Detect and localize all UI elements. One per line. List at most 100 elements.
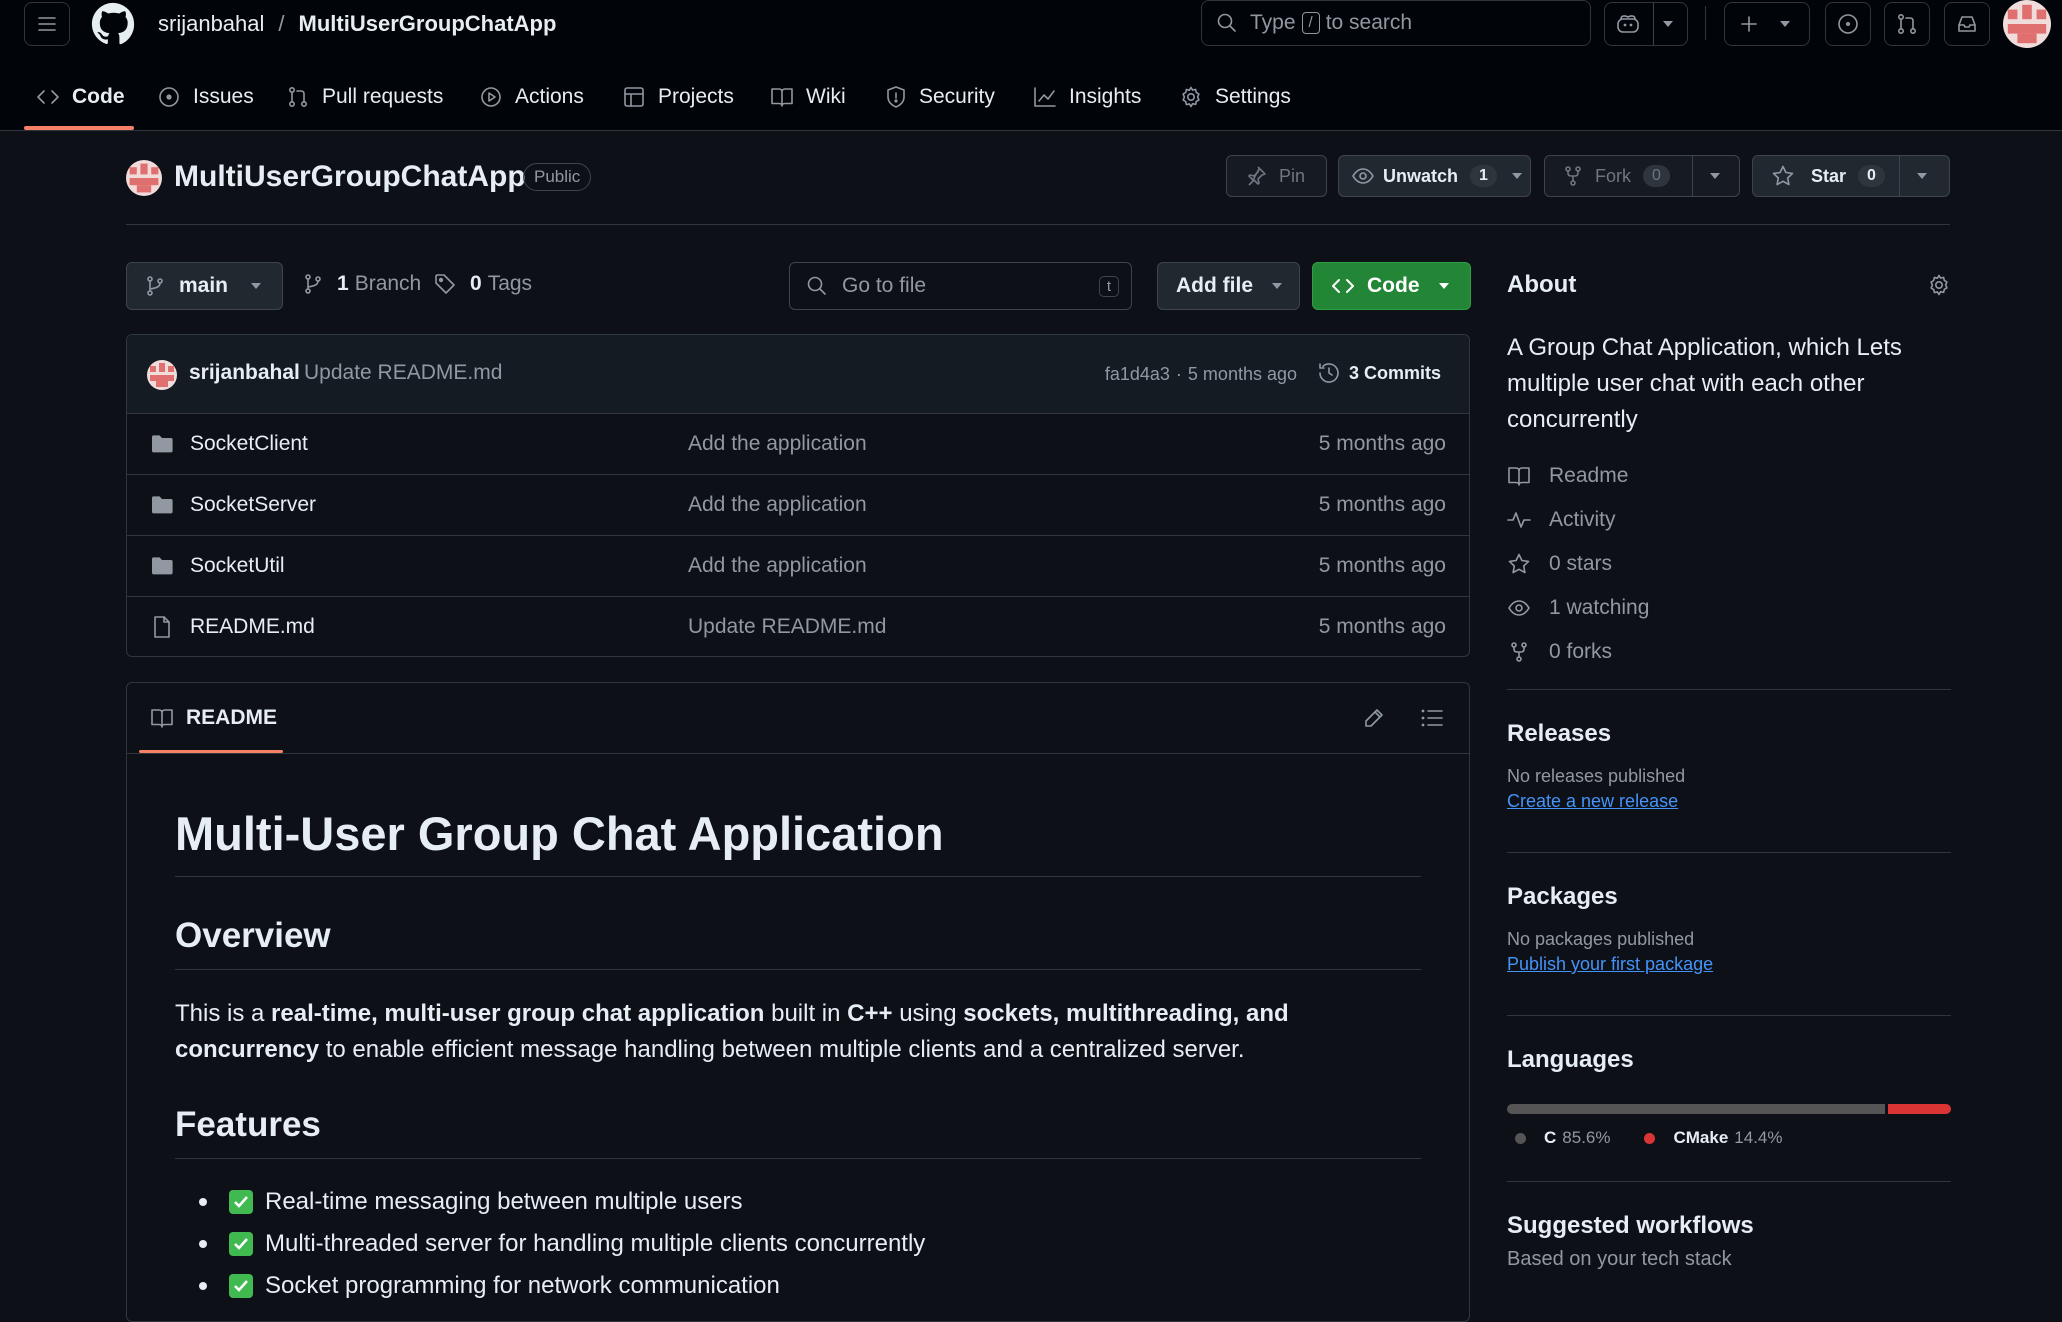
releases-section: Releases No releases published Create a … [1507,720,1951,812]
chevron-down-icon[interactable] [1916,172,1928,180]
readme-tab[interactable]: README [150,706,277,730]
menu-button[interactable] [24,2,70,46]
tab-pull-requests[interactable]: Pull requests [286,80,443,114]
packages-title[interactable]: Packages [1507,883,1951,911]
watching-link[interactable]: 1 watching [1507,586,1951,630]
branch-selector[interactable]: main [126,262,283,310]
owner-link[interactable]: srijanbahal [158,11,264,37]
readme-link[interactable]: Readme [1507,454,1951,498]
list-icon[interactable] [1420,706,1444,730]
unwatch-button[interactable]: Unwatch 1 [1338,155,1531,197]
tab-insights[interactable]: Insights [1033,80,1141,114]
file-commit-message[interactable]: Update README.md [688,615,886,639]
list-item: Socket programming for network communica… [175,1265,1421,1307]
sidebar-divider [1507,852,1951,853]
copilot-button[interactable] [1604,2,1688,46]
go-to-file-shortcut: t [1098,275,1119,297]
gear-icon[interactable] [1927,273,1951,297]
go-to-file-input[interactable]: Go to file t [789,262,1132,310]
para-text: to enable efficient message handling bet… [319,1036,1245,1063]
repo-owner-avatar[interactable] [126,160,162,196]
create-release-link[interactable]: Create a new release [1507,791,1951,812]
file-commit-message[interactable]: Add the application [688,432,867,456]
tab-projects[interactable]: Projects [622,80,734,114]
tab-wiki[interactable]: Wiki [770,80,846,114]
file-commit-message[interactable]: Add the application [688,554,867,578]
search-shortcut: / [1301,12,1320,34]
readme-header-divider [127,753,1469,754]
stars-link[interactable]: 0 stars [1507,542,1951,586]
branches-link[interactable]: 1 Branch [303,272,421,296]
para-text: using [892,1000,964,1027]
pull-requests-button[interactable] [1884,2,1930,46]
tab-label: Security [919,85,995,108]
readme-paragraph: This is a real-time, multi-user group ch… [175,996,1421,1068]
create-new-button[interactable] [1724,2,1810,46]
pin-button[interactable]: Pin [1226,155,1327,197]
file-name[interactable]: SocketClient [190,432,308,456]
h1-divider [175,876,1421,877]
chevron-down-icon [1272,283,1282,289]
fork-button[interactable]: Fork 0 [1544,155,1740,197]
pencil-icon[interactable] [1362,706,1386,730]
branch-icon [147,276,163,296]
title-divider [126,224,1950,225]
language-name[interactable]: CMake [1673,1128,1728,1148]
table-row[interactable]: SocketServer Add the application 5 month… [126,474,1470,535]
code-button[interactable]: Code [1312,262,1471,310]
watch-count: 1 [1470,165,1497,187]
header-divider [1705,6,1706,40]
table-row[interactable]: SocketUtil Add the application 5 months … [126,535,1470,596]
global-search[interactable]: Type / to search [1201,0,1591,46]
table-row[interactable]: SocketClient Add the application 5 month… [126,413,1470,474]
plus-icon [1741,16,1757,32]
activity-link[interactable]: Activity [1507,498,1951,542]
star-button[interactable]: Star 0 [1752,155,1950,197]
search-icon [1217,13,1236,32]
commit-author[interactable]: srijanbahal [189,361,300,385]
inbox-button[interactable] [1944,2,1990,46]
commit-avatar[interactable] [147,360,177,390]
github-logo-icon[interactable] [91,2,135,46]
fork-icon [1565,166,1581,186]
table-row[interactable]: README.md Update README.md 5 months ago [126,596,1470,657]
tab-settings[interactable]: Settings [1179,80,1291,114]
language-bar [1507,1104,1951,1114]
commit-hash[interactable]: fa1d4a3 [1105,364,1170,385]
issue-icon [1838,14,1858,34]
commits-link[interactable]: 3 Commits [1317,361,1441,385]
forks-link[interactable]: 0 forks [1507,630,1951,674]
folder-icon [152,435,173,453]
table-icon [624,87,644,107]
about-links: Readme Activity 0 stars 1 watching 0 for… [1507,454,1951,674]
avatar[interactable] [2003,0,2051,48]
issues-button[interactable] [1825,2,1871,46]
tab-label: Actions [515,85,584,108]
tab-code[interactable]: Code [36,80,125,114]
check-icon [229,1190,253,1214]
tab-issues[interactable]: Issues [157,80,254,114]
file-name[interactable]: README.md [190,615,315,639]
releases-title[interactable]: Releases [1507,720,1951,748]
tab-actions[interactable]: Actions [479,80,584,114]
commit-message[interactable]: Update README.md [304,361,502,385]
repo-title[interactable]: MultiUserGroupChatApp [174,160,526,194]
file-commit-message[interactable]: Add the application [688,493,867,517]
file-name[interactable]: SocketUtil [190,554,285,578]
chevron-down-icon[interactable] [1709,172,1721,180]
unwatch-label: Unwatch [1383,165,1459,186]
add-file-button[interactable]: Add file [1157,262,1300,310]
sidebar-divider [1507,1181,1951,1182]
search-suffix: to search [1325,11,1413,34]
repo-link[interactable]: MultiUserGroupChatApp [299,11,557,37]
publish-package-link[interactable]: Publish your first package [1507,954,1951,975]
language-name[interactable]: C [1544,1128,1556,1148]
tab-security[interactable]: Security [885,80,995,114]
tab-label: Insights [1069,85,1142,108]
branch-label: Branch [354,272,422,295]
languages-title: Languages [1507,1046,1634,1073]
sidebar-divider [1507,1015,1951,1016]
feature-text: Multi-threaded server for handling multi… [265,1230,926,1257]
file-name[interactable]: SocketServer [190,493,316,517]
tags-link[interactable]: 0 Tags [434,272,532,296]
